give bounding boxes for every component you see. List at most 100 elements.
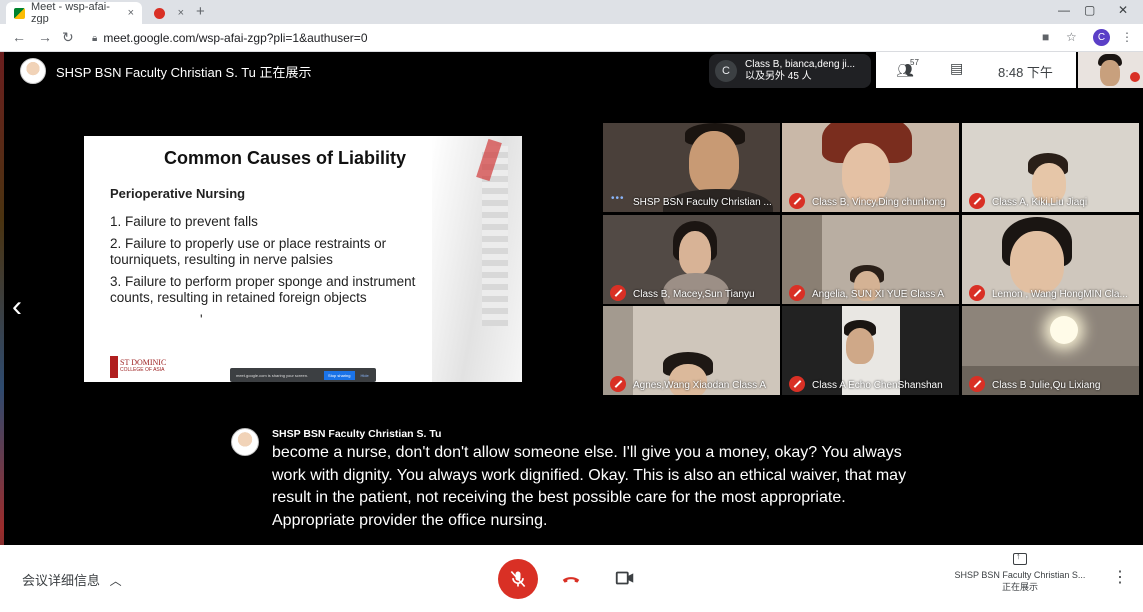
meet-top-right-panel: 👥︎ 57 ▤ 8:48 下午: [876, 52, 1076, 88]
chevron-up-icon: ︿: [109, 574, 122, 588]
caption-speaker-avatar: [231, 428, 259, 456]
slide-item: 3. Failure to perform proper sponge and …: [110, 274, 416, 305]
close-tab-icon[interactable]: ×: [178, 7, 184, 19]
meet-bottom-bar: 会议详细信息 ︿ SHSP BSN Faculty Christian: [0, 545, 1143, 612]
back-arrow-icon[interactable]: ←: [12, 29, 26, 45]
muted-mic-icon: [789, 193, 805, 209]
browser-toolbar: ← → ↻ 🔒︎ meet.google.com/wsp-afai-zgp?pl…: [0, 24, 1143, 52]
browser-tab-strip: Meet - wsp-afai-zgp × × + — ▢ ✕: [0, 0, 1143, 25]
camera-toggle-button[interactable]: [612, 565, 638, 591]
stop-sharing-button[interactable]: Stop sharing: [324, 370, 355, 380]
participant-name: Angelia, SUN XI YUE Class A: [812, 289, 945, 300]
star-icon[interactable]: ☆: [1066, 30, 1077, 44]
tab-title: Meet - wsp-afai-zgp: [31, 1, 110, 25]
muted-mic-icon: [969, 376, 985, 392]
participant-tile[interactable]: Class B Julie,Qu Lixiang: [962, 306, 1139, 395]
previous-page-arrow-icon[interactable]: ‹: [12, 290, 22, 324]
participant-tile[interactable]: Class B, Vincy,Ding chunhong: [782, 123, 959, 212]
new-tab-button[interactable]: +: [196, 3, 205, 20]
participant-grid: ••• SHSP BSN Faculty Christian ... Class…: [603, 123, 1141, 396]
slide-item: 1. Failure to prevent falls: [110, 214, 258, 229]
self-view-thumbnail[interactable]: [1078, 52, 1143, 88]
participant-tile[interactable]: ••• SHSP BSN Faculty Christian ...: [603, 123, 780, 212]
participant-tile[interactable]: Class A Echo ChenShanshan: [782, 306, 959, 395]
screen-share-banner: meet.google.com is sharing your screen. …: [230, 368, 376, 382]
address-bar[interactable]: 🔒︎ meet.google.com/wsp-afai-zgp?pli=1&au…: [86, 27, 1031, 49]
maximize-window-button[interactable]: ▢: [1084, 3, 1095, 17]
participant-name: Class B, Macey,Sun Tianyu: [633, 289, 755, 300]
chat-preview[interactable]: C Class B, bianca,deng ji... 以及另外 45 人: [709, 54, 871, 88]
video-camera-icon: [615, 571, 634, 585]
menu-dots-icon[interactable]: ⋮: [1121, 30, 1133, 44]
more-options-icon[interactable]: ⋮: [1112, 567, 1128, 587]
participant-name: Class A Echo ChenShanshan: [812, 380, 943, 391]
close-tab-icon[interactable]: ×: [128, 7, 134, 19]
muted-mic-icon: [969, 193, 985, 209]
participant-name: Class B, Vincy,Ding chunhong: [812, 197, 946, 208]
forward-arrow-icon[interactable]: →: [38, 29, 52, 45]
hang-up-button[interactable]: [558, 567, 584, 591]
speaking-indicator-icon: •••: [611, 193, 625, 204]
presenting-status[interactable]: SHSP BSN Faculty Christian S... 正在展示: [950, 550, 1090, 593]
muted-mic-icon: [610, 376, 626, 392]
participant-name: Class A, Kiki,Liu Jiaqi: [992, 197, 1088, 208]
url-text: meet.google.com/wsp-afai-zgp?pli=1&authu…: [103, 31, 368, 45]
chat-avatar: C: [715, 60, 737, 82]
self-muted-icon: [1130, 72, 1140, 82]
hide-banner-button[interactable]: Hide: [361, 373, 369, 378]
caption-text: become a nurse, don't don't allow someon…: [272, 444, 907, 529]
muted-mic-icon: [789, 376, 805, 392]
recording-favicon-icon: [154, 7, 165, 19]
desktop-edge: [0, 52, 4, 612]
share-banner-text: meet.google.com is sharing your screen.: [236, 372, 309, 378]
profile-avatar[interactable]: C: [1093, 29, 1110, 46]
clock-time: 8:48 下午: [998, 65, 1053, 80]
present-screen-icon: [1013, 550, 1027, 565]
participant-tile[interactable]: Class A, Kiki,Liu Jiaqi: [962, 123, 1139, 212]
participant-name: SHSP BSN Faculty Christian ...: [633, 197, 772, 208]
meet-favicon-icon: [14, 7, 25, 19]
meeting-details-button[interactable]: 会议详细信息 ︿: [22, 570, 122, 589]
muted-mic-icon: [969, 285, 985, 301]
presenter-label: SHSP BSN Faculty Christian S. Tu 正在展示: [56, 64, 312, 80]
tab-meet[interactable]: Meet - wsp-afai-zgp ×: [6, 1, 142, 25]
mic-off-icon: [510, 570, 526, 588]
slide-list: 1. Failure to prevent falls 2. Failure t…: [110, 214, 440, 334]
slide-subtitle: Perioperative Nursing: [110, 186, 246, 201]
close-window-button[interactable]: ✕: [1118, 3, 1128, 17]
chat-icon[interactable]: ▤: [950, 60, 963, 77]
participant-tile[interactable]: Agnes,Wang Xiaodan Class A: [603, 306, 780, 395]
presenting-status-label: 正在展示: [1001, 582, 1038, 592]
slide-item: 2. Failure to properly use or place rest…: [110, 236, 387, 267]
logo-line1: ST DOMINIC: [120, 358, 167, 367]
participant-name: Agnes,Wang Xiaodan Class A: [633, 380, 767, 391]
presented-slide: Common Causes of Liability Perioperative…: [84, 136, 522, 382]
slide-title: Common Causes of Liability: [164, 148, 407, 168]
lock-icon: 🔒︎: [92, 32, 98, 44]
presenter-avatar: [20, 58, 46, 84]
participant-name: Lemon , Wang HongMIN Cla...: [992, 289, 1128, 300]
participant-tile[interactable]: Lemon , Wang HongMIN Cla...: [962, 215, 1139, 304]
tab-second[interactable]: ×: [146, 2, 192, 24]
chat-preview-line1: Class B, bianca,deng ji...: [745, 59, 856, 70]
meeting-details-label: 会议详细信息: [22, 573, 101, 588]
participant-tile[interactable]: Class B, Macey,Sun Tianyu: [603, 215, 780, 304]
screen: Meet - wsp-afai-zgp × × + — ▢ ✕ ← → ↻ 🔒︎…: [0, 0, 1143, 612]
microphone-toggle-button[interactable]: [498, 559, 538, 599]
presenting-name: SHSP BSN Faculty Christian S...: [954, 570, 1086, 580]
college-logo: ST DOMINIC COLLEGE OF ASIA: [110, 356, 186, 378]
reload-icon[interactable]: ↻: [62, 29, 74, 46]
participant-name: Class B Julie,Qu Lixiang: [992, 380, 1101, 391]
muted-mic-icon: [789, 285, 805, 301]
slide-decoration: [432, 136, 522, 382]
logo-line2: COLLEGE OF ASIA: [120, 367, 165, 373]
self-face: [1100, 60, 1120, 86]
camera-icon[interactable]: ■: [1042, 30, 1049, 44]
people-count: 57: [910, 58, 919, 67]
caption-speaker-name: SHSP BSN Faculty Christian S. Tu: [272, 428, 442, 440]
muted-mic-icon: [610, 285, 626, 301]
chat-preview-line2: 以及另外 45 人: [745, 71, 812, 82]
phone-hangup-icon: [562, 577, 580, 583]
minimize-window-button[interactable]: —: [1058, 3, 1070, 17]
participant-tile[interactable]: Angelia, SUN XI YUE Class A: [782, 215, 959, 304]
